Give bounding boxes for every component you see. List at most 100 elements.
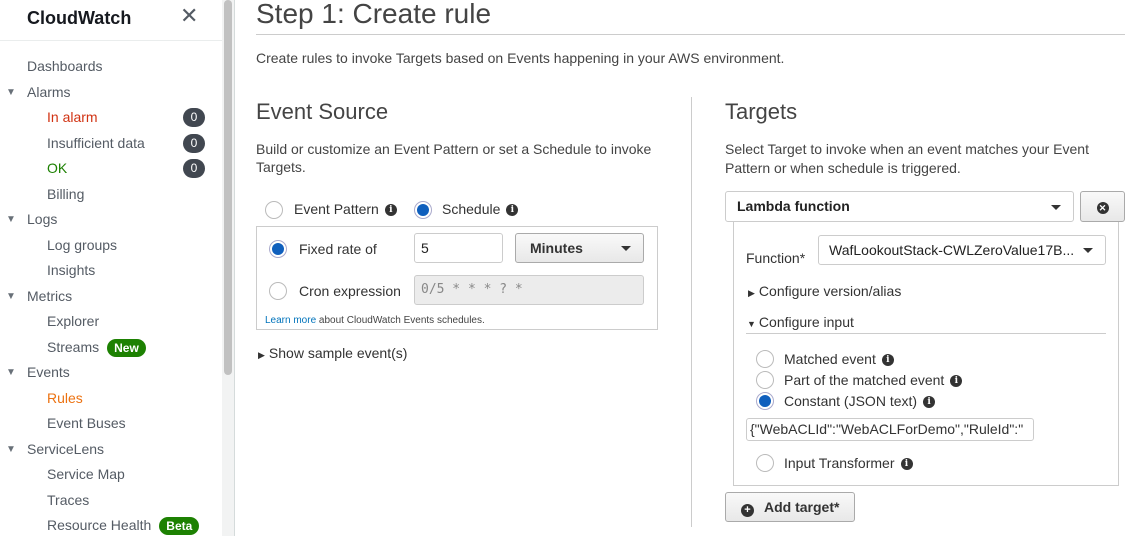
- input-transformer-option[interactable]: Input Transformer i: [784, 455, 913, 471]
- sidebar-item-service-map[interactable]: Service Map: [0, 462, 222, 488]
- function-value: WafLookoutStack-CWLZeroValue17B...: [829, 242, 1075, 258]
- info-icon[interactable]: i: [881, 354, 894, 367]
- info-icon[interactable]: i: [950, 375, 963, 388]
- status-badge: New: [107, 338, 146, 357]
- event-pattern-radio[interactable]: [265, 201, 283, 219]
- learn-more-text: Learn more about CloudWatch Events sched…: [265, 315, 485, 326]
- info-icon[interactable]: i: [900, 458, 913, 471]
- part-matched-event-radio[interactable]: [756, 371, 774, 389]
- unit-value: Minutes: [530, 240, 583, 256]
- sidebar-item-label: Rules: [47, 389, 83, 406]
- sidebar-title: CloudWatch: [27, 8, 132, 28]
- event-pattern-option[interactable]: Event Pattern i: [294, 201, 397, 217]
- divider: [746, 333, 1106, 334]
- configure-version-toggle[interactable]: ▶ Configure version/alias: [748, 283, 901, 299]
- info-icon[interactable]: i: [384, 204, 397, 217]
- learn-more-link[interactable]: Learn more: [265, 315, 316, 326]
- input-transformer-label: Input Transformer: [784, 455, 895, 471]
- caret-down-icon[interactable]: ▼: [6, 207, 16, 233]
- sidebar-item-traces[interactable]: Traces: [0, 488, 222, 514]
- sidebar-item-label: Log groups: [47, 236, 118, 253]
- sidebar-item-label: Events: [27, 364, 70, 380]
- unit-select[interactable]: Minutes: [515, 233, 644, 263]
- sidebar-item-rules[interactable]: Rules: [0, 386, 222, 412]
- sidebar-item-label: Resource Health: [47, 517, 152, 533]
- caret-right-icon: ▶: [748, 288, 755, 298]
- sidebar-item-events[interactable]: ▼ Events: [0, 360, 222, 386]
- fixed-rate-radio[interactable]: [269, 240, 287, 258]
- sidebar-item-label: Streams: [47, 338, 100, 355]
- fixed-rate-input[interactable]: 5: [414, 233, 503, 263]
- cron-radio[interactable]: [269, 282, 287, 300]
- close-icon[interactable]: ✕: [180, 3, 198, 29]
- sidebar-item-event-buses[interactable]: Event Buses: [0, 411, 222, 437]
- sidebar-item-metrics[interactable]: ▼ Metrics: [0, 284, 222, 310]
- sidebar-item-log-groups[interactable]: Log groups: [0, 233, 222, 259]
- sidebar-item-in-alarm[interactable]: In alarm 0: [0, 105, 222, 131]
- sidebar-item-resource-health[interactable]: Resource Health Beta: [0, 513, 222, 539]
- configure-input-toggle[interactable]: ▼ Configure input: [747, 314, 854, 330]
- caret-down-icon[interactable]: ▼: [6, 360, 16, 386]
- matched-event-label: Matched event: [784, 351, 876, 367]
- sidebar-item-label: Billing: [47, 185, 85, 202]
- function-select[interactable]: WafLookoutStack-CWLZeroValue17B...: [818, 235, 1106, 265]
- schedule-label: Schedule: [442, 201, 501, 217]
- constant-json-radio[interactable]: [756, 392, 774, 410]
- sidebar-item-dashboards[interactable]: Dashboards: [0, 54, 222, 80]
- constant-json-option[interactable]: Constant (JSON text) i: [784, 393, 936, 409]
- sidebar-item-label: ServiceLens: [27, 440, 105, 457]
- cron-label: Cron expression: [299, 283, 401, 299]
- sidebar-item-alarms[interactable]: ▼ Alarms: [0, 80, 222, 106]
- caret-down-icon[interactable]: ▼: [6, 437, 16, 463]
- matched-event-option[interactable]: Matched event i: [784, 351, 894, 367]
- part-matched-event-option[interactable]: Part of the matched event i: [784, 372, 963, 388]
- count-badge: 0: [183, 133, 205, 153]
- sidebar-item-insufficient-data[interactable]: Insufficient data 0: [0, 131, 222, 157]
- show-sample-toggle[interactable]: ▶ Show sample event(s): [258, 345, 407, 361]
- info-icon[interactable]: i: [923, 396, 936, 409]
- chevron-down-icon: [1051, 205, 1061, 210]
- targets-description: Select Target to invoke when an event ma…: [725, 141, 1089, 176]
- plus-circle-icon: +: [741, 504, 754, 517]
- chevron-down-icon: [1083, 248, 1093, 253]
- count-badge: 0: [183, 159, 205, 178]
- sidebar-item-billing[interactable]: Billing: [0, 182, 222, 208]
- sidebar-scrollbar[interactable]: [222, 0, 235, 536]
- sidebar-item-explorer[interactable]: Explorer: [0, 309, 222, 335]
- cron-input[interactable]: 0/5 * * * ? *: [414, 275, 644, 305]
- fixed-rate-label: Fixed rate of: [299, 241, 377, 257]
- schedule-option[interactable]: Schedule i: [442, 201, 519, 217]
- sidebar-item-ok[interactable]: OK 0: [0, 156, 222, 182]
- column-divider: [691, 97, 692, 527]
- add-target-label: Add target*: [764, 499, 840, 515]
- sidebar-item-label: Dashboards: [27, 58, 103, 74]
- event-pattern-label: Event Pattern: [294, 201, 379, 217]
- scrollbar-thumb[interactable]: [224, 0, 232, 375]
- sidebar-item-streams[interactable]: Streams New: [0, 335, 222, 361]
- sidebar: CloudWatch ✕ Dashboards ▼ Alarms In alarm 0 I…: [0, 0, 222, 536]
- divider: [256, 34, 1125, 35]
- caret-down-icon[interactable]: ▼: [6, 284, 16, 310]
- remove-target-button[interactable]: ✕: [1080, 191, 1125, 222]
- event-source-description: Build or customize an Event Pattern or s…: [256, 141, 652, 175]
- sidebar-item-label: In alarm: [47, 109, 98, 125]
- target-type-select[interactable]: Lambda function: [725, 191, 1074, 222]
- constant-json-input[interactable]: {"WebACLId":"WebACLForDemo","RuleId":": [746, 418, 1034, 441]
- schedule-radio[interactable]: [414, 201, 432, 219]
- sidebar-item-logs[interactable]: ▼ Logs: [0, 207, 222, 233]
- function-label: Function*: [746, 250, 806, 266]
- add-target-button[interactable]: + Add target*: [725, 492, 855, 522]
- info-icon[interactable]: i: [506, 204, 519, 217]
- sidebar-item-label: Logs: [27, 211, 58, 227]
- sidebar-item-label: Alarms: [27, 83, 71, 100]
- caret-down-icon[interactable]: ▼: [6, 80, 16, 106]
- sidebar-item-servicelens[interactable]: ▼ ServiceLens: [0, 437, 222, 463]
- configure-version-label: Configure version/alias: [758, 283, 902, 299]
- input-transformer-radio[interactable]: [756, 454, 774, 472]
- sidebar-item-insights[interactable]: Insights: [0, 258, 222, 284]
- sidebar-item-label: Metrics: [27, 287, 73, 304]
- status-badge: Beta: [159, 517, 200, 536]
- sidebar-nav: Dashboards ▼ Alarms In alarm 0 Insufficient d…: [0, 54, 222, 539]
- caret-down-icon: ▼: [747, 319, 756, 329]
- matched-event-radio[interactable]: [756, 350, 774, 368]
